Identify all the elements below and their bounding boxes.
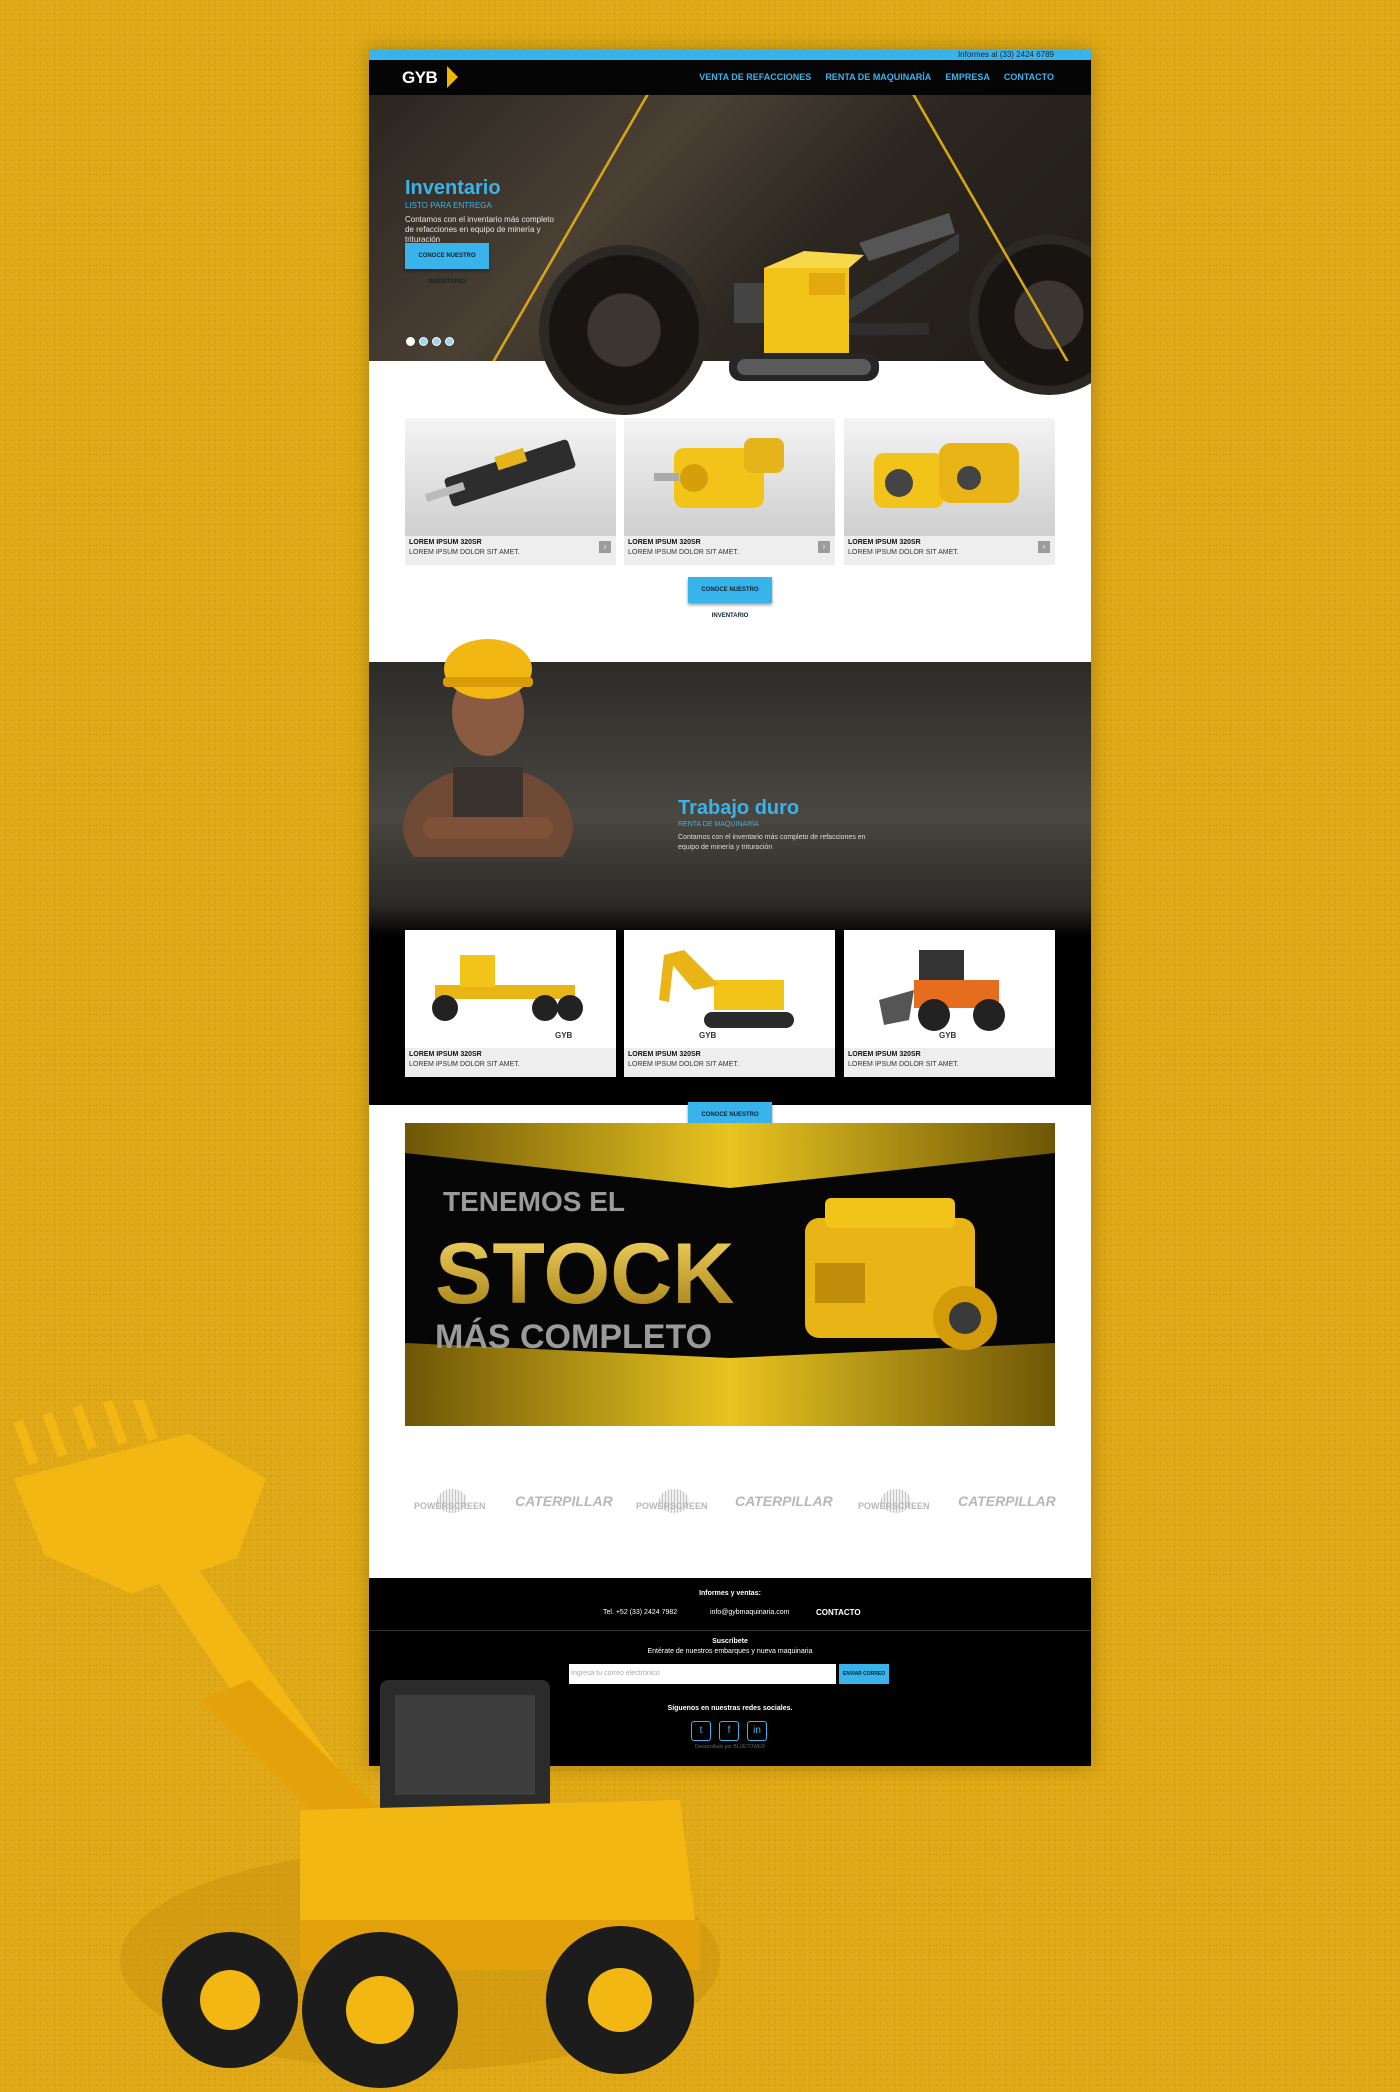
machine-title: LOREM IPSUM 320SR: [409, 1051, 482, 1058]
banner-line2: STOCK: [435, 1226, 734, 1322]
product-image: [844, 418, 1055, 536]
stock-banner[interactable]: TENEMOS EL STOCK MÁS COMPLETO: [405, 1123, 1055, 1426]
nav-menu: VENTA DE REFACCIONES RENTA DE MAQUINARÍA…: [699, 72, 1054, 82]
chevron-right-icon[interactable]: ›: [1038, 541, 1050, 553]
slider-dot[interactable]: [406, 337, 415, 346]
product-title: LOREM IPSUM 320SR: [628, 539, 701, 546]
rental-title: Trabajo duro: [678, 797, 800, 819]
main-navigation: GYB VENTA DE REFACCIONES RENTA DE MAQUIN…: [369, 60, 1091, 95]
rental-subtitle: RENTA DE MAQUINARÍA: [678, 821, 759, 828]
rental-description: Contamos con el inventario más completo …: [678, 834, 866, 851]
hydraulic-pump-image: [874, 443, 1019, 508]
card-watermark: GYB: [555, 1031, 573, 1040]
product-title: LOREM IPSUM 320SR: [409, 539, 482, 546]
machine-image: GYB: [844, 930, 1055, 1048]
product-text: LOREM IPSUM DOLOR SIT AMET.: [409, 549, 520, 556]
machine-image: GYB: [624, 930, 835, 1048]
product-card[interactable]: LOREM IPSUM 320SR LOREM IPSUM DOLOR SIT …: [844, 418, 1055, 565]
machine-text: LOREM IPSUM DOLOR SIT AMET.: [848, 1061, 959, 1068]
background-tire: [969, 235, 1091, 395]
engine-image: [805, 1198, 997, 1350]
linkedin-icon[interactable]: in: [747, 1721, 767, 1741]
top-info-bar: Informes al (33) 2424 6789: [369, 49, 1091, 60]
machine-text: LOREM IPSUM DOLOR SIT AMET.: [628, 1061, 739, 1068]
slider-dot[interactable]: [432, 337, 441, 346]
banner-line1: TENEMOS EL: [443, 1186, 625, 1217]
hero-inventory-button[interactable]: CONOCE NUESTRO INVENTARIO: [405, 243, 489, 285]
card-watermark: GYB: [699, 1031, 717, 1040]
excavator-image: GYB: [659, 950, 794, 1040]
crusher-machine-image: [729, 213, 959, 381]
wheel-loader-image: GYB: [879, 950, 1005, 1040]
banner-graphic: TENEMOS EL STOCK MÁS COMPLETO: [405, 1123, 1055, 1426]
product-title: LOREM IPSUM 320SR: [848, 539, 921, 546]
banner-line3: MÁS COMPLETO: [435, 1318, 712, 1356]
background-tire: [539, 245, 709, 415]
logo-chevron-icon: [447, 66, 458, 88]
hero-description: Contamos con el inventario más completo …: [405, 215, 554, 244]
brand-powerscreen: POWERSCREEN: [858, 1501, 930, 1511]
nav-item-contacto[interactable]: CONTACTO: [1004, 72, 1054, 82]
nav-item-refacciones[interactable]: VENTA DE REFACCIONES: [699, 72, 811, 82]
wheel-loader-decoration: [13, 1400, 720, 2088]
product-image: [405, 418, 616, 536]
rental-section: Trabajo duro RENTA DE MAQUINARÍA Contamo…: [369, 639, 1091, 1144]
footer-email[interactable]: info@gybmaquinaria.com: [710, 1609, 789, 1616]
product-card[interactable]: LOREM IPSUM 320SR LOREM IPSUM DOLOR SIT …: [405, 418, 616, 565]
slider-dot[interactable]: [445, 337, 454, 346]
machine-title: LOREM IPSUM 320SR: [628, 1051, 701, 1058]
worker-image: [403, 639, 573, 857]
facebook-icon[interactable]: f: [719, 1721, 739, 1741]
hero-subtitle: LISTO PARA ENTREGA: [405, 201, 492, 210]
machine-image: GYB: [405, 930, 616, 1048]
chevron-right-icon[interactable]: ›: [599, 541, 611, 553]
machine-text: LOREM IPSUM DOLOR SIT AMET.: [409, 1061, 520, 1068]
brand-caterpillar: CATERPILLAR: [735, 1493, 833, 1509]
machine-card[interactable]: GYB LOREM IPSUM 320SR LOREM IPSUM DOLOR …: [405, 930, 616, 1077]
machine-title: LOREM IPSUM 320SR: [848, 1051, 921, 1058]
product-text: LOREM IPSUM DOLOR SIT AMET.: [848, 549, 959, 556]
card-watermark: GYB: [939, 1031, 957, 1040]
slider-dot[interactable]: [419, 337, 428, 346]
hero-slider: Inventario LISTO PARA ENTREGA Contamos c…: [369, 95, 1091, 415]
site-logo[interactable]: GYB: [402, 68, 438, 88]
product-card[interactable]: LOREM IPSUM 320SR LOREM IPSUM DOLOR SIT …: [624, 418, 835, 565]
nav-item-renta[interactable]: RENTA DE MAQUINARÍA: [825, 72, 931, 82]
machine-card[interactable]: GYB LOREM IPSUM 320SR LOREM IPSUM DOLOR …: [844, 930, 1055, 1077]
send-email-button[interactable]: ENVIAR CORREO: [839, 1664, 889, 1684]
brand-caterpillar: CATERPILLAR: [958, 1493, 1056, 1509]
product-text: LOREM IPSUM DOLOR SIT AMET.: [628, 549, 739, 556]
nav-item-empresa[interactable]: EMPRESA: [945, 72, 990, 82]
footer-contact-link[interactable]: CONTACTO: [816, 1608, 861, 1617]
product-image: [624, 418, 835, 536]
slider-dots: [406, 337, 454, 346]
machine-card[interactable]: GYB LOREM IPSUM 320SR LOREM IPSUM DOLOR …: [624, 930, 835, 1077]
hydraulic-pump-image: [654, 438, 784, 508]
hydraulic-cylinder-image: [424, 439, 576, 507]
motor-grader-image: GYB: [432, 955, 583, 1040]
parts-inventory-button[interactable]: CONOCE NUESTRO INVENTARIO: [688, 577, 772, 619]
hero-title: Inventario: [405, 177, 501, 199]
chevron-right-icon[interactable]: ›: [818, 541, 830, 553]
